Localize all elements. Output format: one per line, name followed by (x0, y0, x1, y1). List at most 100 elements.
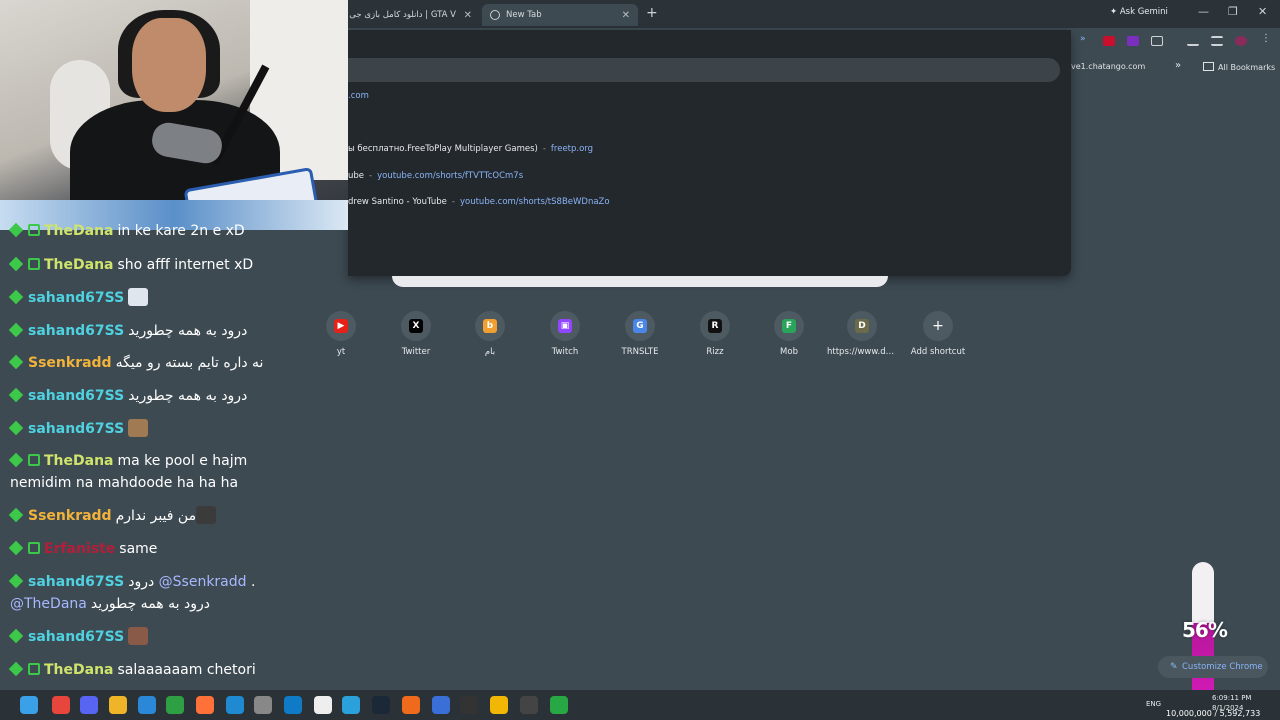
shortcut-tile[interactable]: Dhttps://www.da... (827, 311, 897, 357)
suggestion-row[interactable]: ы бесплатно.FreeToPlay Multiplayer Games… (348, 144, 593, 154)
shortcut-label: Rizz (706, 347, 724, 357)
chat-username[interactable]: sahand67SS (28, 290, 124, 306)
chat-username[interactable]: TheDana (44, 453, 114, 469)
chat-username[interactable]: sahand67SS (28, 323, 124, 339)
chat-username[interactable]: TheDana (44, 662, 114, 678)
chat-username[interactable]: sahand67SS (28, 574, 124, 590)
extension-red-icon[interactable] (1103, 36, 1115, 46)
chat-text: درود به همه چطورید (128, 323, 248, 339)
chat-message: Erfaniste same (8, 538, 300, 560)
chat-mention: @TheDana (10, 596, 87, 612)
extension-icon[interactable]: » (1080, 34, 1092, 44)
chat-username[interactable]: TheDana (44, 223, 114, 239)
emote-icon (128, 288, 149, 306)
discord-icon[interactable] (80, 696, 98, 714)
vscode-icon[interactable] (226, 696, 244, 714)
suggestion-row[interactable]: drew Santino - YouTube - youtube.com/short… (348, 197, 610, 207)
file-explorer-icon[interactable] (109, 696, 127, 714)
all-bookmarks-button[interactable]: All Bookmarks (1203, 62, 1275, 72)
maximize-button[interactable]: ❐ (1228, 5, 1238, 18)
edge-icon[interactable] (284, 696, 302, 714)
start-icon[interactable] (20, 696, 38, 714)
shortcut-tile[interactable]: G TRNSLTE (605, 311, 675, 357)
shortcut-tile[interactable]: R Rizz (680, 311, 750, 357)
shortcut-circle: D (847, 311, 877, 341)
suggestion-title: ube (348, 171, 365, 181)
chat-message: sahand67SS (8, 418, 300, 440)
chevron-right-icon[interactable]: » (1175, 60, 1181, 71)
chat-message: Ssenkradd من فیبر ندارم (8, 505, 300, 527)
tray-language[interactable]: ENG (1146, 700, 1161, 708)
reading-list-icon[interactable] (1211, 36, 1223, 46)
telegram-icon[interactable] (342, 696, 360, 714)
profile-avatar[interactable] (1235, 36, 1247, 46)
ask-gemini-label: Ask Gemini (1119, 7, 1168, 17)
tray-time: 6:09:11 PM (1212, 694, 1252, 702)
shortcut-circle: X (401, 311, 431, 341)
shortcut-tile[interactable]: b بام (455, 311, 525, 357)
xbox-icon[interactable] (166, 696, 184, 714)
chat-message: sahand67SS درود به همه چطورید (8, 320, 300, 342)
chat-message: TheDana in ke kare 2n e xD (8, 220, 300, 242)
notion-icon[interactable] (314, 696, 332, 714)
tab-new-tab[interactable]: New Tab ✕ (482, 4, 638, 26)
shortcut-circle: R (700, 311, 730, 341)
bookmark-chatango[interactable]: ve1.chatango.com (1071, 62, 1145, 71)
steam-icon[interactable] (372, 696, 390, 714)
github-icon[interactable] (520, 696, 538, 714)
notes-icon[interactable] (460, 696, 478, 714)
chat-username[interactable]: Ssenkradd (28, 355, 112, 371)
letter-d-icon: D (855, 319, 869, 333)
blue-app-icon[interactable] (432, 696, 450, 714)
taskbar (0, 690, 1280, 720)
app-icon[interactable] (254, 696, 272, 714)
extensions-puzzle-icon[interactable] (1151, 36, 1163, 46)
new-tab-button[interactable]: + (646, 5, 658, 21)
chat-text: درود (128, 574, 155, 590)
chat-message: sahand67SS درود به همه چطورید (8, 385, 300, 407)
chat-text: من فیبر ندارم (115, 508, 197, 524)
green-app-icon[interactable] (550, 696, 568, 714)
shortcut-tile[interactable]: F Mob (754, 311, 824, 357)
tab-gta[interactable]: GTA V | دانلود کامل بازی جی تی ای 5 ✕ (348, 4, 480, 26)
badge-icon (8, 289, 24, 305)
shortcut-tile[interactable]: ▣ Twitch (530, 311, 600, 357)
shortcut-tile[interactable]: + Add shortcut (903, 311, 973, 357)
extension-purple-icon[interactable] (1127, 36, 1139, 46)
chat-username[interactable]: Erfaniste (44, 541, 115, 557)
chrome-icon[interactable] (52, 696, 70, 714)
suggestion-url: .com (348, 91, 369, 101)
customize-chrome-button[interactable]: Customize Chrome (1158, 656, 1268, 678)
chat-username[interactable]: TheDana (44, 257, 114, 273)
search-app-icon[interactable] (402, 696, 420, 714)
firefox-icon[interactable] (196, 696, 214, 714)
suggestion-url: youtube.com/shorts/fTVTTcOCm7s (377, 171, 524, 181)
rockstar-icon[interactable] (490, 696, 508, 714)
minimize-button[interactable]: — (1198, 5, 1209, 18)
chat-message: TheDana salaaaaaam chetori (8, 659, 300, 681)
badge-icon (8, 387, 24, 403)
close-tab-icon[interactable]: ✕ (622, 10, 630, 21)
close-tab-icon[interactable]: ✕ (464, 10, 472, 21)
donation-counter-value: 10,000,000 / 5,592,733 (1166, 709, 1261, 718)
chat-username[interactable]: Ssenkradd (28, 508, 112, 524)
rizz-icon: R (708, 319, 722, 333)
suggestion-row[interactable]: .com (348, 91, 369, 101)
close-window-button[interactable]: ✕ (1258, 5, 1267, 18)
chat-username[interactable]: sahand67SS (28, 388, 124, 404)
search-box[interactable] (392, 276, 888, 287)
store-icon[interactable] (138, 696, 156, 714)
shortcut-tile[interactable]: X Twitter (381, 311, 451, 357)
badge-icon (8, 354, 24, 370)
chat-text: salaaaaaam chetori (117, 662, 256, 678)
shortcut-tile[interactable]: ▶ yt (306, 311, 376, 357)
more-menu-icon[interactable]: ⋮ (1261, 33, 1273, 44)
chat-text: درود به همه چطورید (128, 388, 248, 404)
omnibox-input[interactable] (348, 58, 1060, 82)
chat-username[interactable]: sahand67SS (28, 629, 124, 645)
tab-gta-label: GTA V | دانلود کامل بازی جی تی ای 5 (348, 10, 456, 20)
suggestion-row[interactable]: ube - youtube.com/shorts/fTVTTcOCm7s (348, 171, 523, 181)
chat-username[interactable]: sahand67SS (28, 421, 124, 437)
download-icon[interactable] (1187, 36, 1199, 46)
ask-gemini-button[interactable]: ✦ Ask Gemini (1110, 7, 1168, 17)
